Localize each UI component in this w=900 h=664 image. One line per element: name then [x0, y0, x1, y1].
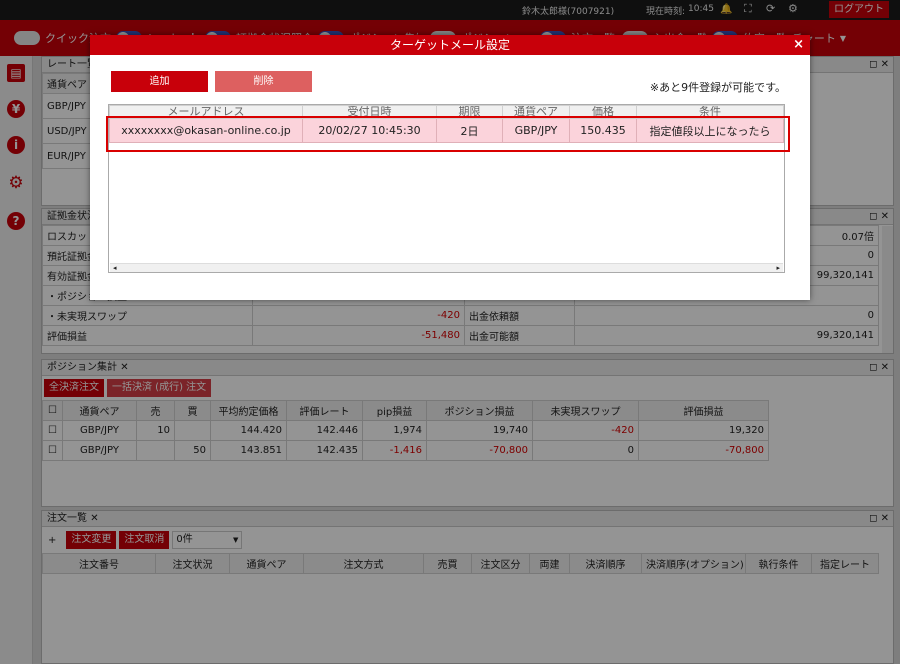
registration-note: ※あと9件登録が可能です。 [649, 81, 786, 94]
dialog-header: ターゲットメール設定 × [90, 35, 810, 55]
dialog-title: ターゲットメール設定 [389, 38, 510, 52]
highlight-box [106, 116, 790, 152]
target-mail-dialog: ターゲットメール設定 × 追加 削除 ※あと9件登録が可能です。 メールアドレス… [90, 35, 810, 300]
scroll-left-icon[interactable]: ◂ [113, 264, 117, 272]
add-button[interactable]: 追加 [111, 71, 208, 92]
scroll-right-icon[interactable]: ▸ [776, 264, 780, 272]
delete-button[interactable]: 削除 [215, 71, 312, 92]
horizontal-scrollbar[interactable]: ◂ ▸ [110, 263, 783, 272]
close-icon[interactable]: × [793, 35, 804, 55]
